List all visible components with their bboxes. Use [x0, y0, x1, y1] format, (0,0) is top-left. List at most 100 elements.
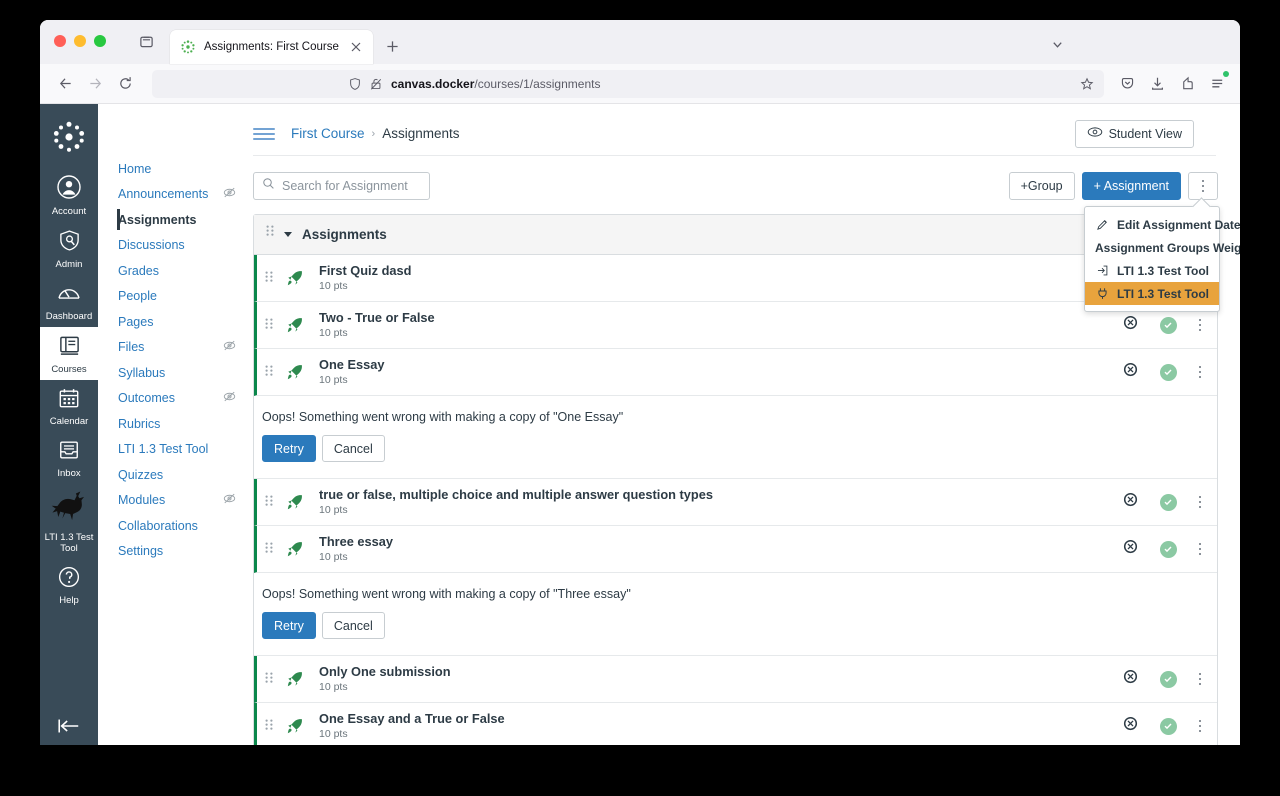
broken-lock-icon[interactable] [369, 77, 383, 91]
drag-handle-icon[interactable] [257, 542, 281, 556]
bookmark-star-icon[interactable] [1076, 73, 1098, 95]
caret-down-icon[interactable] [284, 232, 292, 237]
drag-handle-icon[interactable] [257, 495, 281, 509]
drag-handle-icon[interactable] [257, 672, 281, 686]
downloads-icon[interactable] [1144, 69, 1170, 99]
global-nav-item-calendar[interactable]: Calendar [40, 380, 98, 432]
sidebar-item-grades[interactable]: Grades [98, 258, 253, 284]
sidebar-item-announcements[interactable]: Announcements [98, 182, 253, 208]
assignment-title[interactable]: Only One submission [319, 664, 1123, 680]
drag-handle-icon[interactable] [257, 271, 281, 285]
drag-handle-icon[interactable] [266, 225, 274, 244]
collapse-nav-icon[interactable] [40, 717, 98, 735]
canvas-logo-icon[interactable] [52, 112, 86, 168]
sidebar-item-pages[interactable]: Pages [98, 309, 253, 335]
sidebar-item-outcomes[interactable]: Outcomes [98, 386, 253, 412]
assignment-title[interactable]: First Quiz dasd [319, 263, 1205, 279]
assignment-title[interactable]: One Essay [319, 357, 1123, 373]
global-nav-item-help[interactable]: Help [40, 559, 98, 611]
hamburger-icon[interactable] [253, 123, 275, 145]
app-menu-icon[interactable] [1204, 69, 1230, 99]
more-options-icon[interactable] [1198, 719, 1201, 733]
forward-arrow-icon[interactable] [80, 69, 110, 99]
account-icon[interactable] [1174, 69, 1200, 99]
sidebar-item-discussions[interactable]: Discussions [98, 233, 253, 259]
published-check-icon[interactable] [1159, 363, 1177, 381]
reload-icon[interactable] [110, 69, 140, 99]
sidebar-item-quizzes[interactable]: Quizzes [98, 462, 253, 488]
sidebar-item-syllabus[interactable]: Syllabus [98, 360, 253, 386]
pocket-icon[interactable] [1114, 69, 1140, 99]
close-window-button[interactable] [54, 35, 66, 47]
sidebar-item-home[interactable]: Home [98, 156, 253, 182]
global-nav-item-account[interactable]: Account [40, 168, 98, 222]
published-check-icon[interactable] [1159, 540, 1177, 558]
global-nav-item-inbox[interactable]: Inbox [40, 432, 98, 484]
search-input[interactable]: Search for Assignment [253, 172, 430, 200]
eye-slash-icon[interactable] [1123, 716, 1138, 736]
cancel-button[interactable]: Cancel [321, 435, 385, 462]
more-options-icon[interactable] [1198, 542, 1201, 556]
retry-button[interactable]: Retry [262, 612, 316, 639]
sidebar-item-rubrics[interactable]: Rubrics [98, 411, 253, 437]
url-bar[interactable]: canvas.docker/courses/1/assignments [152, 69, 1104, 98]
sidebar-item-modules[interactable]: Modules [98, 488, 253, 514]
sidebar-item-settings[interactable]: Settings [98, 539, 253, 565]
eye-slash-icon[interactable] [1123, 539, 1138, 559]
chevron-down-icon[interactable] [1042, 30, 1072, 58]
table-row[interactable]: Three essay 10 pts [254, 526, 1217, 573]
breadcrumb-course-link[interactable]: First Course [291, 126, 365, 141]
student-view-button[interactable]: Student View [1074, 119, 1194, 148]
assignment-title[interactable]: Two - True or False [319, 310, 1123, 326]
assignment-title[interactable]: One Essay and a True or False [319, 711, 1123, 727]
sidebar-item-assignments[interactable]: Assignments [98, 207, 253, 233]
published-check-icon[interactable] [1159, 316, 1177, 334]
back-arrow-icon[interactable] [50, 69, 80, 99]
sidebar-item-people[interactable]: People [98, 284, 253, 310]
global-nav-item-dashboard[interactable]: Dashboard [40, 275, 98, 327]
drag-handle-icon[interactable] [257, 719, 281, 733]
minimize-window-button[interactable] [74, 35, 86, 47]
published-check-icon[interactable] [1159, 670, 1177, 688]
more-options-icon[interactable] [1198, 318, 1201, 332]
table-row[interactable]: One Essay 10 pts [254, 349, 1217, 396]
add-group-button[interactable]: +Group [1008, 172, 1075, 200]
new-tab-icon[interactable] [379, 32, 407, 60]
tab-list-icon[interactable] [132, 28, 160, 54]
global-nav-item-lti-test-tool[interactable]: LTI 1.3 Test Tool [40, 484, 98, 559]
table-row[interactable]: Two - True or False 10 pts [254, 302, 1217, 349]
table-row[interactable]: true or false, multiple choice and multi… [254, 479, 1217, 526]
eye-slash-icon[interactable] [1123, 315, 1138, 335]
published-check-icon[interactable] [1159, 493, 1177, 511]
more-options-icon[interactable] [1198, 365, 1201, 379]
close-tab-icon[interactable] [347, 38, 365, 56]
add-assignment-button[interactable]: + Assignment [1081, 172, 1181, 200]
more-options-button[interactable] [1188, 172, 1218, 200]
maximize-window-button[interactable] [94, 35, 106, 47]
more-options-icon[interactable] [1198, 495, 1201, 509]
menu-item-lti-test-tool-2[interactable]: LTI 1.3 Test Tool [1085, 282, 1219, 305]
sidebar-item-lti-test-tool[interactable]: LTI 1.3 Test Tool [98, 437, 253, 463]
shield-icon[interactable] [348, 77, 362, 91]
assignment-title[interactable]: true or false, multiple choice and multi… [319, 487, 1123, 503]
browser-tab[interactable]: Assignments: First Course [170, 30, 373, 64]
eye-slash-icon[interactable] [1123, 362, 1138, 382]
cancel-button[interactable]: Cancel [321, 612, 385, 639]
eye-slash-icon[interactable] [1123, 669, 1138, 689]
table-row[interactable]: Only One submission 10 pts [254, 656, 1217, 703]
global-nav-item-admin[interactable]: Admin [40, 222, 98, 275]
sidebar-item-collaborations[interactable]: Collaborations [98, 513, 253, 539]
menu-item-lti-test-tool-1[interactable]: LTI 1.3 Test Tool [1085, 259, 1219, 282]
drag-handle-icon[interactable] [257, 365, 281, 379]
menu-item-assignment-groups-weight[interactable]: Assignment Groups Weight [1085, 236, 1240, 259]
table-row[interactable]: First Quiz dasd 10 pts [254, 255, 1217, 302]
more-options-icon[interactable] [1198, 672, 1201, 686]
eye-slash-icon[interactable] [1123, 492, 1138, 512]
sidebar-item-files[interactable]: Files [98, 335, 253, 361]
published-check-icon[interactable] [1159, 717, 1177, 735]
menu-item-edit-assignment-dates[interactable]: Edit Assignment Dates [1085, 213, 1240, 236]
assignment-title[interactable]: Three essay [319, 534, 1123, 550]
table-row[interactable]: One Essay and a True or False 10 pts [254, 703, 1217, 745]
retry-button[interactable]: Retry [262, 435, 316, 462]
drag-handle-icon[interactable] [257, 318, 281, 332]
